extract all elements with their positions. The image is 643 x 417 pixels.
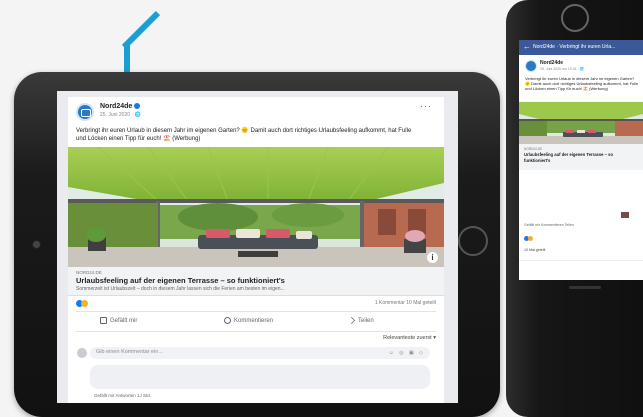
facebook-post: Nord24de 25. Juni 2020 · 🌐 ··· Verbringt… [68,97,444,403]
like-label: Gefällt mir [110,318,138,325]
phone-page-logo-icon[interactable] [525,60,537,72]
comment-bubble [90,365,430,389]
reactions[interactable] [76,300,88,308]
comment-button[interactable]: Kommentieren [224,317,273,324]
phone-haha-reaction-icon [528,236,533,241]
link-description: Sommerzeit ist Urlaubszeit – doch in die… [76,286,285,292]
tablet-device: Nord24de 25. Juni 2020 · 🌐 ··· Verbringt… [14,72,500,417]
info-icon[interactable]: i [427,252,438,263]
phone-post-date: 25. Juni 2020 um 10:31 · 🌐 [540,67,585,71]
haha-reaction-icon [81,300,88,307]
tablet-home-button[interactable] [458,226,488,256]
phone-footer [519,260,643,280]
phone-link-title[interactable]: Urlaubsfeeling auf der eigenen Terrasse … [524,152,634,163]
phone-thumbnail [621,212,629,218]
page-logo-icon[interactable] [76,103,94,121]
phone-action-bar[interactable]: Gefällt mir Kommentieren Teilen [524,223,574,227]
phone-speaker [569,286,601,289]
phone-page-name[interactable]: Nord24de [540,60,563,66]
comment-placeholder: Gib einen Kommentar ein... [96,349,163,355]
post-stats: 1 Kommentar 10 Mal geteilt [76,299,436,312]
phone-device: ← Nord24de · Verbringt ihr euren Urla...… [506,0,643,417]
share-button[interactable]: Teilen [348,317,374,324]
share-arrow-icon [348,317,355,324]
terrace-illustration [68,147,444,267]
phone-sensor [561,4,589,32]
phone-link-preview[interactable]: NORD24.DE Urlaubsfeeling auf der eigenen… [519,144,643,170]
thumbs-up-icon [100,317,107,324]
phone-header-title: Nord24de · Verbringt ihr euren Urla... [533,44,616,50]
comment-input[interactable]: Gib einen Kommentar ein... ☺ ◎ ▣ ◇ [90,347,430,359]
comment-bubble-icon [224,317,231,324]
phone-terrace-photo[interactable] [519,102,643,144]
page-name-link[interactable]: Nord24de [100,103,141,110]
phone-screen: ← Nord24de · Verbringt ihr euren Urla...… [519,40,643,280]
tablet-camera [32,240,41,249]
more-options-icon[interactable]: ··· [420,101,432,111]
link-title[interactable]: Urlaubsfeeling auf der eigenen Terrasse … [76,276,285,285]
sort-dropdown[interactable]: Relevanteste zuerst ▾ [383,335,436,341]
terrace-photo[interactable]: i [68,147,444,267]
callout-line-diagonal [121,10,161,50]
phone-share-count[interactable]: 10 Mal geteilt [524,248,545,252]
page-name[interactable]: Nord24de [100,103,132,110]
tablet-screen: Nord24de 25. Juni 2020 · 🌐 ··· Verbringt… [57,91,458,403]
link-preview[interactable]: NORD24.DE Urlaubsfeeling auf der eigenen… [68,267,444,296]
post-date[interactable]: 25. Juni 2020 · 🌐 [100,112,141,118]
user-avatar [77,348,87,358]
phone-link-domain: NORD24.DE [524,147,543,151]
phone-header-bar: ← Nord24de · Verbringt ihr euren Urla... [519,40,643,55]
comment-meta[interactable]: Gefällt mir Antworten 1J Std. [94,393,151,398]
comment-share-count[interactable]: 1 Kommentar 10 Mal geteilt [375,300,436,306]
phone-post-text: Verbringt ihr euren Urlaub in diesem Jah… [525,76,639,91]
comment-tools-icons[interactable]: ☺ ◎ ▣ ◇ [389,350,425,356]
verified-badge-icon [134,103,141,110]
link-domain: NORD24.DE [76,270,102,275]
action-bar: Gefällt mir Kommentieren Teilen [76,315,436,332]
phone-reactions[interactable] [524,236,536,242]
share-label: Teilen [358,318,374,325]
phone-terrace-illustration [519,102,643,144]
comment-label: Kommentieren [234,318,274,325]
post-text: Verbringt ihr euren Urlaub in diesem Jah… [76,128,412,142]
like-button[interactable]: Gefällt mir [100,317,137,324]
back-arrow-icon[interactable]: ← [523,42,531,51]
